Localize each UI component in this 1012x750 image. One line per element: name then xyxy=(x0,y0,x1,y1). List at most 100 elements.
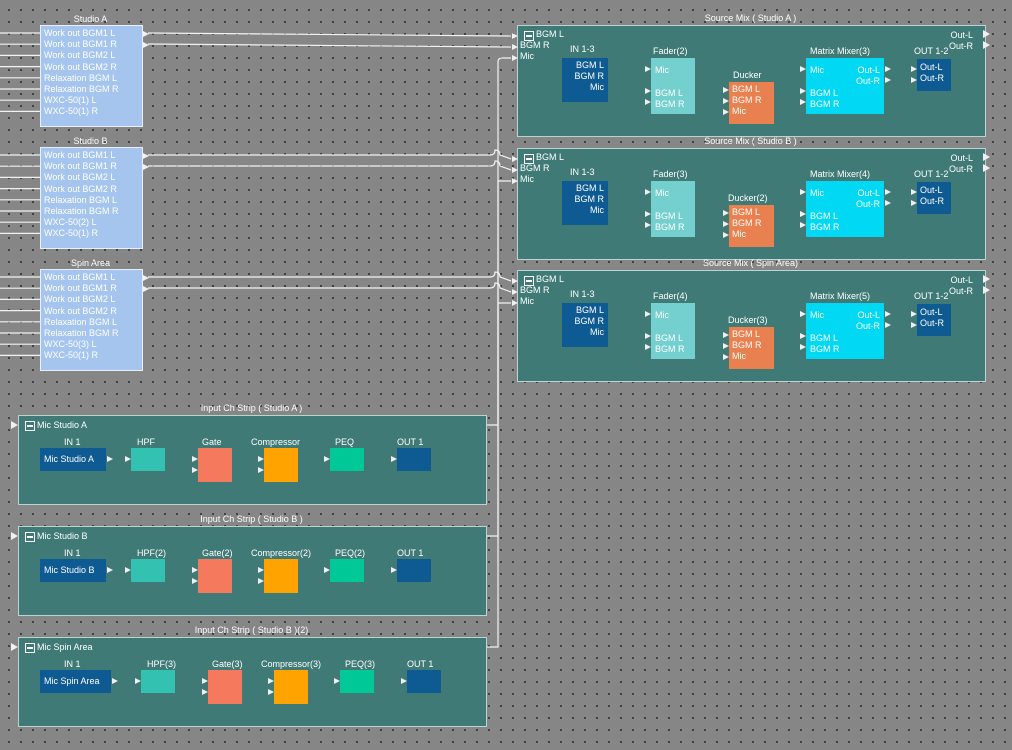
port-icon[interactable] xyxy=(268,689,274,695)
port-icon[interactable] xyxy=(135,678,141,684)
out-block[interactable]: Out-L Out-R xyxy=(917,59,951,91)
port-icon[interactable] xyxy=(800,344,806,350)
port-icon[interactable] xyxy=(107,456,113,462)
port-icon[interactable] xyxy=(800,211,806,217)
collapse-icon[interactable] xyxy=(25,643,35,653)
port-icon[interactable] xyxy=(324,456,330,462)
port-icon[interactable] xyxy=(885,77,891,83)
input-port-icon[interactable] xyxy=(11,643,18,651)
port-icon[interactable] xyxy=(885,66,891,72)
port-icon[interactable] xyxy=(334,678,340,684)
port-icon[interactable] xyxy=(645,311,651,317)
matrix-block[interactable]: Mic BGM L BGM R Out-L Out-R xyxy=(806,181,884,237)
port-icon[interactable] xyxy=(192,467,198,473)
source-box[interactable]: Work out BGM1 L Work out BGM1 R Work out B… xyxy=(40,269,149,371)
hpf-block[interactable] xyxy=(141,670,175,693)
out-block[interactable]: Out-L Out-R xyxy=(917,182,951,214)
matrix-block[interactable]: Mic BGM L BGM R Out-L Out-R xyxy=(806,58,884,114)
input-port-icon[interactable] xyxy=(11,532,18,540)
output-port-icon[interactable] xyxy=(983,41,990,49)
port-icon[interactable] xyxy=(258,456,264,462)
port-icon[interactable] xyxy=(112,678,118,684)
port-icon[interactable] xyxy=(258,578,264,584)
output-port-icon[interactable] xyxy=(983,30,990,38)
out-block[interactable]: Out-L Out-R xyxy=(917,304,951,336)
port-icon[interactable] xyxy=(723,87,729,93)
peq-block[interactable] xyxy=(330,559,364,582)
port-icon[interactable] xyxy=(192,456,198,462)
peq-block[interactable] xyxy=(340,670,374,693)
port-icon[interactable] xyxy=(107,567,113,573)
input-port-icon[interactable] xyxy=(512,44,518,50)
fader-block[interactable]: Mic BGM L BGM R xyxy=(651,181,695,237)
port-icon[interactable] xyxy=(125,456,131,462)
port-icon[interactable] xyxy=(645,333,651,339)
in-block[interactable]: Mic Spin Area xyxy=(40,670,111,693)
peq-block[interactable] xyxy=(330,448,364,471)
input-port-icon[interactable] xyxy=(512,33,518,39)
port-icon[interactable] xyxy=(885,200,891,206)
output-port-icon[interactable] xyxy=(143,274,149,281)
port-icon[interactable] xyxy=(192,567,198,573)
input-port-icon[interactable] xyxy=(512,289,518,295)
port-icon[interactable] xyxy=(723,332,729,338)
in-block[interactable]: BGM L BGM R Mic xyxy=(562,303,608,347)
port-icon[interactable] xyxy=(800,333,806,339)
port-icon[interactable] xyxy=(723,343,729,349)
port-icon[interactable] xyxy=(645,88,651,94)
collapse-icon[interactable] xyxy=(25,532,35,542)
port-icon[interactable] xyxy=(723,221,729,227)
source-box[interactable]: Work out BGM1 L Work out BGM1 R Work out B… xyxy=(40,25,149,127)
source-box[interactable]: Work out BGM1 L Work out BGM1 R Work out B… xyxy=(40,147,149,249)
port-icon[interactable] xyxy=(125,567,131,573)
output-port-icon[interactable] xyxy=(143,163,149,170)
hpf-block[interactable] xyxy=(131,448,165,471)
matrix-block[interactable]: Mic BGM L BGM R Out-L Out-R xyxy=(806,303,884,359)
port-icon[interactable] xyxy=(723,98,729,104)
output-port-icon[interactable] xyxy=(983,286,990,294)
port-icon[interactable] xyxy=(202,689,208,695)
port-icon[interactable] xyxy=(324,567,330,573)
port-icon[interactable] xyxy=(401,678,407,684)
port-icon[interactable] xyxy=(645,66,651,72)
port-icon[interactable] xyxy=(885,189,891,195)
port-icon[interactable] xyxy=(391,567,397,573)
output-port-icon[interactable] xyxy=(143,152,149,159)
output-port-icon[interactable] xyxy=(143,41,149,48)
in-block[interactable]: BGM L BGM R Mic xyxy=(562,58,608,102)
port-icon[interactable] xyxy=(800,311,806,317)
source-mix-panel[interactable]: BGM L BGM R Mic IN 1-3 BGM L BGM R Mic Fader(3)… xyxy=(517,148,986,260)
input-port-icon[interactable] xyxy=(512,278,518,284)
out-block[interactable] xyxy=(407,670,441,693)
in-block[interactable]: Mic Studio B xyxy=(40,559,106,582)
input-ch-strip-panel[interactable]: Mic Spin Area IN 1 Mic Spin Area HPF(3) Gate… xyxy=(18,637,487,727)
input-port-icon[interactable] xyxy=(512,55,518,61)
port-icon[interactable] xyxy=(258,467,264,473)
input-port-icon[interactable] xyxy=(512,156,518,162)
port-icon[interactable] xyxy=(800,88,806,94)
input-ch-strip-panel[interactable]: Mic Studio A IN 1 Mic Studio A HPF Gate Compr… xyxy=(18,415,487,505)
output-port-icon[interactable] xyxy=(143,30,149,37)
source-mix-panel[interactable]: BGM L BGM R Mic IN 1-3 BGM L BGM R Mic Fader(4)… xyxy=(517,270,986,382)
comp-block[interactable] xyxy=(264,559,298,593)
in-block[interactable]: Mic Studio A xyxy=(40,448,106,471)
fader-block[interactable]: Mic BGM L BGM R xyxy=(651,303,695,359)
input-ch-strip-panel[interactable]: Mic Studio B IN 1 Mic Studio B HPF(2) Gate(2… xyxy=(18,526,487,616)
input-port-icon[interactable] xyxy=(512,300,518,306)
ducker-block[interactable]: BGM L BGM R Mic xyxy=(729,327,774,369)
port-icon[interactable] xyxy=(800,222,806,228)
port-icon[interactable] xyxy=(911,311,917,317)
port-icon[interactable] xyxy=(800,99,806,105)
gate-block[interactable] xyxy=(198,559,232,593)
port-icon[interactable] xyxy=(723,354,729,360)
port-icon[interactable] xyxy=(800,66,806,72)
port-icon[interactable] xyxy=(258,567,264,573)
port-icon[interactable] xyxy=(723,232,729,238)
port-icon[interactable] xyxy=(885,322,891,328)
output-port-icon[interactable] xyxy=(143,285,149,292)
out-block[interactable] xyxy=(397,448,431,471)
source-mix-panel[interactable]: BGM L BGM R Mic IN 1-3 BGM L BGM R Mic Fader(2)… xyxy=(517,25,986,137)
output-port-icon[interactable] xyxy=(983,164,990,172)
comp-block[interactable] xyxy=(274,670,308,704)
gate-block[interactable] xyxy=(198,448,232,482)
